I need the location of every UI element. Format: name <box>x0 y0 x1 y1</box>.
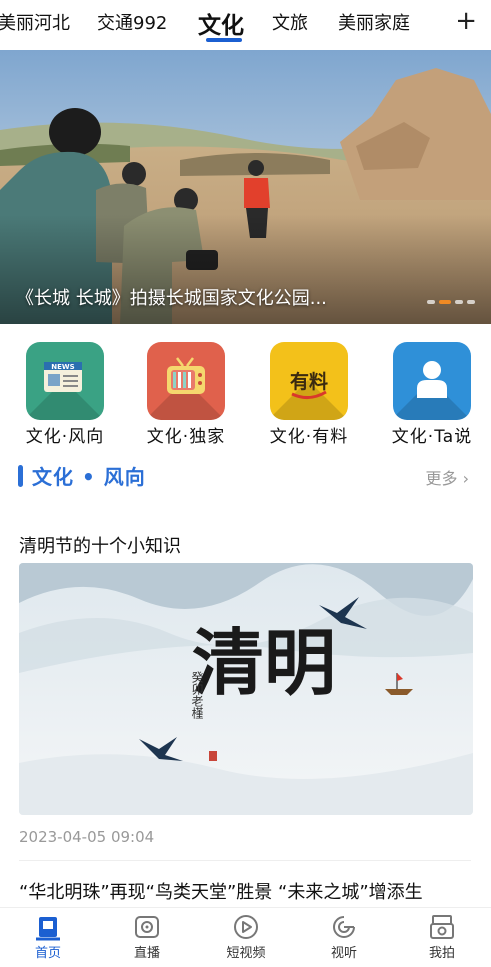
tab-jiaotong-992[interactable]: 交通992 <box>97 9 167 35</box>
quick-entry-fengxiang[interactable]: NEWS 文化·风向 <box>10 340 120 447</box>
inscription-text: 癸卯老槿 <box>190 671 204 720</box>
banner-photo <box>0 50 491 324</box>
nav-label: 视听 <box>330 946 357 961</box>
section-title: 文化 • 风向 <box>32 465 146 489</box>
section-accent-bar <box>18 465 23 487</box>
article-timestamp: 2023-04-05 09:04 <box>19 828 155 846</box>
carousel-dot <box>427 300 435 304</box>
carousel-dot-active <box>439 300 451 304</box>
top-tab-bar: 美丽河北 交通992 文化 文旅 美丽家庭 + <box>0 0 491 46</box>
person-icon <box>393 342 471 420</box>
svg-text:有料: 有料 <box>290 370 328 393</box>
nav-home[interactable]: 首页 <box>13 913 83 961</box>
quick-entry-label: 文化·Ta说 <box>391 427 473 447</box>
quick-entry-label: 文化·风向 <box>25 427 105 447</box>
nav-label: 首页 <box>34 946 61 961</box>
article-title[interactable]: 清明节的十个小知识 <box>19 532 181 558</box>
tab-wenlv[interactable]: 文旅 <box>272 9 308 35</box>
article-image[interactable]: 清明 癸卯老槿 <box>19 563 473 815</box>
banner-caption[interactable]: 《长城 长城》拍摄长城国家文化公园... <box>16 284 327 310</box>
plus-icon[interactable]: + <box>455 6 477 36</box>
carousel-indicator <box>427 300 475 304</box>
tv-icon <box>147 342 225 420</box>
svg-text:NEWS: NEWS <box>51 363 74 371</box>
quick-entry-dujia[interactable]: 文化·独家 <box>131 340 241 447</box>
live-icon <box>135 916 159 938</box>
home-icon <box>36 917 60 941</box>
quick-entry-label: 文化·独家 <box>146 427 226 447</box>
youliao-icon: 有料 <box>270 342 348 420</box>
nav-audio[interactable]: 视听 <box>309 913 379 961</box>
quick-entry-tashuo[interactable]: 文化·Ta说 <box>377 340 487 447</box>
nav-short-video[interactable]: 短视频 <box>211 913 281 961</box>
article-title[interactable]: “华北明珠”再现“鸟类天堂”胜景 “未来之城”增添生 <box>19 878 423 904</box>
more-link[interactable]: 更多 › <box>426 465 470 489</box>
tab-meili-hebei[interactable]: 美丽河北 <box>0 9 70 35</box>
nav-label: 我拍 <box>428 946 455 961</box>
nav-my-shoot[interactable]: 我拍 <box>407 913 477 961</box>
carousel-dot <box>467 300 475 304</box>
divider <box>19 860 471 861</box>
tab-wenhua[interactable]: 文化 <box>198 6 244 40</box>
carousel-dot <box>455 300 463 304</box>
quick-entry-label: 文化·有料 <box>269 427 349 447</box>
banner-carousel[interactable]: 《长城 长城》拍摄长城国家文化公园... <box>0 50 491 324</box>
tab-meili-jiating[interactable]: 美丽家庭 <box>338 9 410 35</box>
calligraphy-text: 清明 <box>192 620 336 705</box>
news-icon: NEWS <box>26 342 104 420</box>
active-tab-indicator <box>206 38 242 42</box>
nav-live[interactable]: 直播 <box>112 913 182 961</box>
section-header: 文化 • 风向 更多 › <box>0 459 491 493</box>
bottom-navigation: 首页 直播 短视频 视听 我拍 <box>0 907 491 967</box>
nav-label: 短视频 <box>226 946 266 961</box>
nav-label: 直播 <box>133 946 160 961</box>
camera-icon <box>430 915 454 939</box>
audio-icon <box>333 916 355 938</box>
play-icon <box>234 915 258 939</box>
quick-entry-grid: NEWS 文化·风向 文化·独家 有料 文化·有料 文化·Ta说 <box>0 340 491 450</box>
quick-entry-youliao[interactable]: 有料 文化·有料 <box>254 340 364 447</box>
